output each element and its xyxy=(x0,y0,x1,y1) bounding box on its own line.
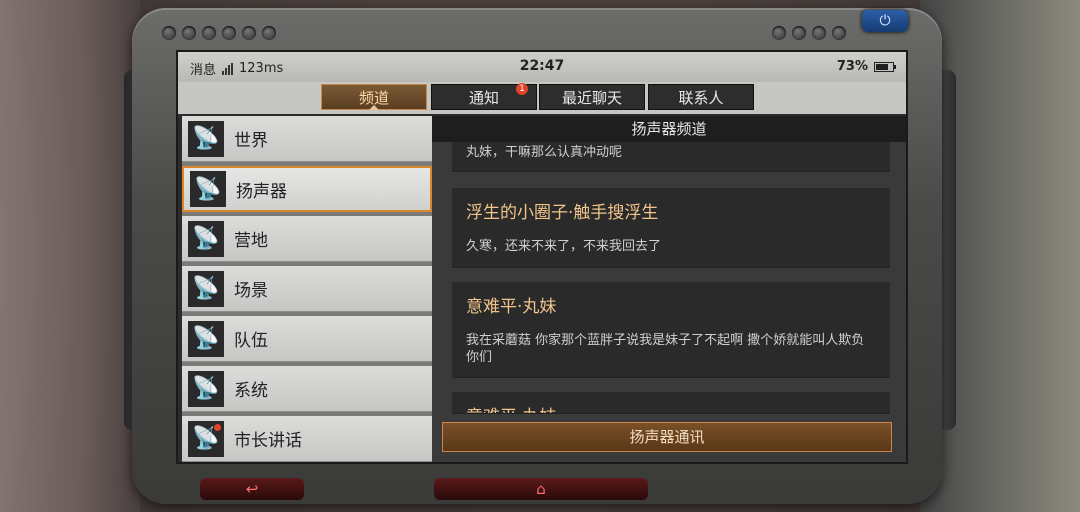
back-button[interactable]: ↩ xyxy=(200,478,304,500)
channel-label: 市长讲话 xyxy=(234,431,302,451)
speaker-grille-right xyxy=(772,26,846,40)
channel-item-system[interactable]: 📡 系统 xyxy=(182,366,432,412)
channel-item-speaker[interactable]: 📡 扬声器 xyxy=(182,166,432,212)
tab-channel-label: 频道 xyxy=(358,89,389,107)
sender-name[interactable]: 意难平·丸妹 xyxy=(466,402,556,413)
channel-item-team[interactable]: 📡 队伍 xyxy=(182,316,432,362)
tab-recent-chats[interactable]: 最近聊天 xyxy=(539,84,645,110)
satellite-dish-icon: 📡 xyxy=(188,120,224,157)
satellite-dish-icon: 📡 xyxy=(188,420,224,457)
chat-title: 扬声器频道 xyxy=(432,116,906,142)
satellite-dish-icon: 📡 xyxy=(188,320,224,357)
status-bar: 消息 123ms 22:47 73% xyxy=(178,52,906,82)
channel-label: 系统 xyxy=(234,381,268,401)
unread-dot xyxy=(214,423,221,431)
message-text: 久寒，还来不来了，不来我回去了 xyxy=(466,239,662,254)
tab-bar: 频道 通知 1 最近聊天 联系人 xyxy=(178,82,906,114)
satellite-dish-icon: 📡 xyxy=(188,220,224,257)
channel-list: 📡 世界 📡 扬声器 📡 营地 📡 场景 📡 队伍 📡 系统 📡 市长讲话 xyxy=(182,116,432,462)
satellite-dish-icon: 📡 xyxy=(188,370,224,407)
chat-message: 浮生的小圈子·触手搜浮生 久寒，还来不来了，不来我回去了 xyxy=(452,188,890,268)
speaker-grille-left xyxy=(162,26,276,40)
power-icon: ⏻ xyxy=(879,13,891,29)
notification-badge: 1 xyxy=(516,83,528,95)
chat-message: 意难平·丸妹 我在采蘑菇 你家那个蓝胖子说我是妹子了不起啊 撒个娇就能叫人欺负你… xyxy=(452,282,890,378)
channel-label: 营地 xyxy=(234,231,268,251)
chat-message: 意难平·丸妹 xyxy=(452,392,890,414)
chat-panel: 扬声器频道 丸妹，干嘛那么认真冲动呢 浮生的小圈子·触手搜浮生 久寒，还来不来了… xyxy=(432,116,906,462)
tab-notifications[interactable]: 通知 1 xyxy=(431,83,537,110)
chat-message: 丸妹，干嘛那么认真冲动呢 xyxy=(452,142,890,172)
back-arrow-icon: ↩ xyxy=(245,480,259,498)
satellite-dish-icon: 📡 xyxy=(188,270,224,307)
channel-label: 场景 xyxy=(234,281,268,301)
channel-label: 世界 xyxy=(234,131,268,151)
sender-name[interactable]: 意难平·丸妹 xyxy=(466,292,556,317)
power-button[interactable]: ⏻ xyxy=(862,10,908,32)
channel-item-world[interactable]: 📡 世界 xyxy=(182,116,432,162)
tab-channel[interactable]: 频道 xyxy=(321,84,427,110)
clock-time: 22:47 xyxy=(519,58,565,74)
tab-recent-chats-label: 最近聊天 xyxy=(561,89,622,107)
tab-notifications-label: 通知 xyxy=(468,89,499,107)
channel-item-camp[interactable]: 📡 营地 xyxy=(182,216,432,262)
channel-item-scene[interactable]: 📡 场景 xyxy=(182,266,432,312)
device-screen: 消息 123ms 22:47 73% 频道 通知 1 最近聊天 联系人 📡 世界… xyxy=(176,50,908,464)
battery-percent: 73% xyxy=(836,59,868,74)
sender-name[interactable]: 浮生的小圈子·触手搜浮生 xyxy=(466,198,658,223)
channel-label: 队伍 xyxy=(234,331,268,351)
satellite-dish-icon: 📡 xyxy=(190,171,226,207)
background-left xyxy=(0,0,140,512)
message-text: 丸妹，干嘛那么认真冲动呢 xyxy=(466,145,623,160)
home-button[interactable]: ⌂ xyxy=(434,478,648,500)
channel-item-mayor-speech[interactable]: 📡 市长讲话 xyxy=(182,416,432,462)
tab-contacts[interactable]: 联系人 xyxy=(648,84,754,110)
speaker-send-button[interactable]: 扬声器通讯 xyxy=(442,422,892,452)
battery-icon xyxy=(874,61,896,72)
channel-label: 扬声器 xyxy=(236,181,287,202)
tab-contacts-label: 联系人 xyxy=(678,89,724,107)
message-text: 我在采蘑菇 你家那个蓝胖子说我是妹子了不起啊 撒个娇就能叫人欺负你们 xyxy=(466,333,865,365)
home-icon: ⌂ xyxy=(536,480,546,498)
